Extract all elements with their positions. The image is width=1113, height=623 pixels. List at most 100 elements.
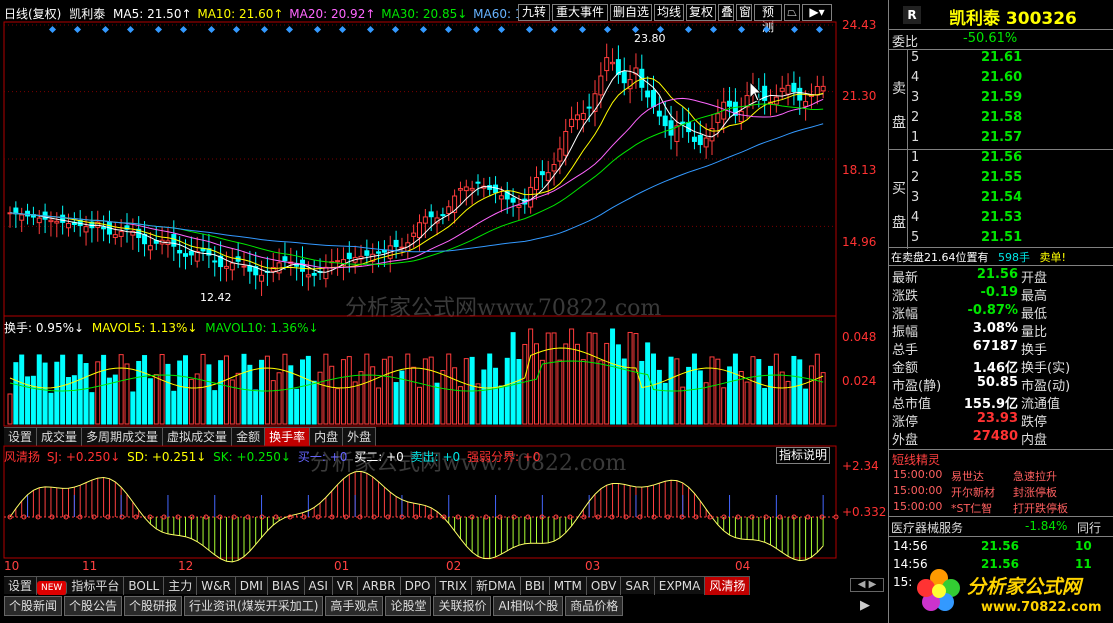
candle-body — [563, 130, 569, 156]
buys-row[interactable]: 4 21.53 — [889, 210, 1113, 230]
volume-bar — [7, 393, 13, 425]
volume-bar — [218, 360, 224, 425]
volume-bar — [13, 362, 19, 425]
sells-row[interactable]: 1 21.57 — [889, 130, 1113, 150]
candle-body — [446, 206, 452, 214]
volume-bar — [434, 382, 440, 425]
candle-body — [66, 222, 71, 229]
indicator-frame — [3, 445, 837, 559]
volume-bar — [539, 359, 545, 425]
candle-body — [498, 195, 504, 200]
candle-body — [697, 134, 703, 146]
sells-row[interactable]: 5 21.61 — [889, 50, 1113, 70]
volume-bar — [428, 356, 434, 425]
volume-bar — [223, 355, 229, 425]
candle-body — [662, 115, 668, 127]
candle-body — [686, 122, 692, 133]
chart-svg — [3, 21, 839, 563]
volume-bar — [504, 357, 510, 425]
candle-body — [545, 172, 551, 181]
volume-bar — [680, 386, 686, 425]
volume-bar — [417, 386, 422, 425]
stat-row: 涨跌 -0.19 最高 — [892, 285, 1048, 304]
sector-tab[interactable]: 同行 — [1077, 519, 1101, 536]
short-item[interactable]: 15:00:00 *ST仁智 打开跌停板 — [889, 500, 1113, 516]
stat-row: 总市值 155.9亿 流通值 — [892, 397, 1061, 412]
volume-bar — [30, 375, 36, 425]
volume-bar — [721, 387, 727, 425]
candle-body — [534, 177, 539, 191]
volume-bar — [194, 373, 200, 425]
volume-bar — [200, 353, 206, 425]
volume-bar — [475, 383, 481, 425]
volume-bar — [808, 365, 814, 425]
event-marker — [232, 25, 241, 34]
volume-bar — [381, 358, 387, 425]
short-item[interactable]: 15:00:00 开尔新材 封涨停板 — [889, 484, 1113, 500]
candle-body — [528, 186, 534, 208]
candle-body — [651, 90, 656, 107]
candle-body — [586, 106, 592, 109]
short-item[interactable]: 15:00:00 易世达 急速拉升 — [889, 468, 1113, 484]
volume-bar — [305, 355, 311, 425]
volume-bar — [83, 363, 89, 425]
buys-row[interactable]: 3 21.54 — [889, 190, 1113, 210]
candle-body — [247, 265, 253, 272]
candle-body — [691, 136, 697, 142]
volume-bar — [697, 370, 703, 425]
volume-bar — [183, 355, 188, 425]
event-marker — [419, 25, 428, 34]
sector-name[interactable]: 医疗器械服务 — [891, 519, 963, 536]
candle-body — [335, 260, 341, 263]
candle-body — [715, 113, 721, 123]
volume-bar — [71, 375, 77, 425]
stat-row: 最新 21.56 开盘 — [892, 267, 1048, 286]
candle-body — [814, 86, 820, 96]
candle-body — [177, 249, 183, 254]
sells-row[interactable]: 4 21.60 — [889, 70, 1113, 90]
volume-bar — [732, 353, 738, 425]
candle-body — [785, 84, 791, 95]
volume-bar — [551, 332, 557, 425]
chart-area[interactable]: 日线(复权) 凯利泰 MA5: 21.50↑ MA10: 21.60↑ MA20… — [0, 0, 888, 623]
candle-body — [463, 186, 469, 192]
volume-bar — [656, 369, 662, 425]
candle-body — [574, 114, 580, 121]
event-marker — [207, 25, 216, 34]
sells-row[interactable]: 2 21.58 — [889, 110, 1113, 130]
volume-bar — [411, 366, 417, 425]
event-marker — [48, 25, 57, 34]
order-notice[interactable]: 在卖盘21.64位置有 598手 卖单! — [891, 249, 1066, 265]
volume-bar — [528, 328, 534, 425]
candle-body — [171, 234, 177, 247]
volume-bar — [130, 391, 136, 425]
volume-bar — [639, 360, 645, 425]
volume-bar — [481, 369, 487, 425]
candle-body — [364, 250, 370, 256]
stat-row: 振幅 3.08% 量比 — [892, 321, 1048, 340]
tick-row: 14:56 21.56 10 — [893, 539, 1092, 553]
candle-body — [36, 217, 42, 224]
sells-row[interactable]: 3 21.59 — [889, 90, 1113, 110]
volume-bar — [276, 372, 282, 425]
candle-body — [645, 90, 651, 98]
volume-bar — [48, 392, 54, 425]
event-marker — [497, 25, 506, 34]
volume-bar — [580, 359, 586, 425]
candle-body — [469, 187, 475, 191]
volume-bar — [574, 343, 580, 425]
volume-bar — [516, 358, 522, 425]
volume-bar — [610, 328, 616, 425]
volume-bar — [101, 354, 107, 425]
candle-body — [376, 251, 382, 254]
candle-body — [580, 112, 586, 120]
volume-bar — [592, 332, 598, 425]
price-frame — [3, 21, 837, 317]
volume-bar — [645, 342, 651, 425]
volume-bar — [633, 333, 639, 425]
buys-row[interactable]: 1 21.56 — [889, 150, 1113, 170]
quote-title: 凯利泰 300326 — [949, 9, 1077, 29]
buys-row[interactable]: 2 21.55 — [889, 170, 1113, 190]
volume-bar — [791, 355, 797, 425]
volume-bar — [177, 360, 183, 425]
